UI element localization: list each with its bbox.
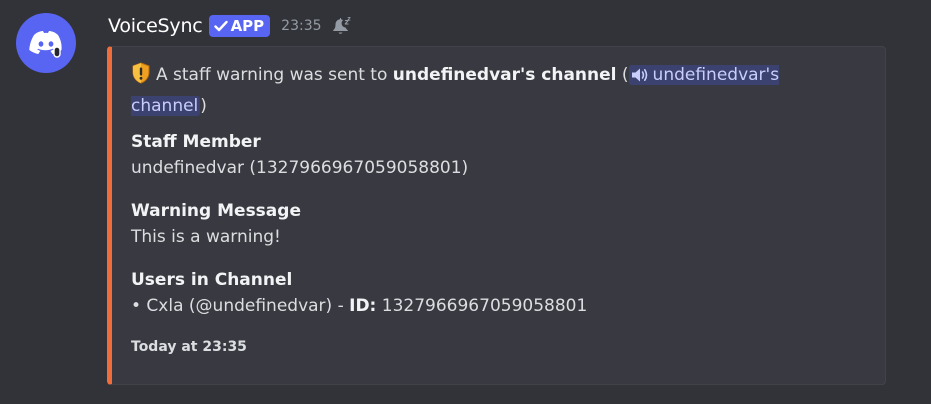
app-badge-label: APP <box>230 17 265 35</box>
description-text: A staff warning was sent to <box>156 65 388 85</box>
warning-shield-icon <box>131 62 151 93</box>
embed-card: A staff warning was sent to undefinedvar… <box>107 46 886 385</box>
message-timestamp[interactable]: 23:35 <box>281 18 321 34</box>
field-users-in-channel: Users in Channel • Cxla (@undefinedvar) … <box>131 268 831 320</box>
field-value: This is a warning! <box>131 227 281 247</box>
embed-footer-timestamp: Today at 23:35 <box>131 339 247 355</box>
username[interactable]: VoiceSync <box>108 15 203 37</box>
embed-description: A staff warning was sent to undefinedvar… <box>131 62 791 120</box>
checkmark-icon <box>213 20 228 32</box>
id-label: ID: <box>349 296 377 316</box>
field-name: Users in Channel <box>131 270 293 290</box>
field-value: undefinedvar (1327966967059058801) <box>131 158 469 178</box>
user-id: 1327966967059058801 <box>381 296 588 316</box>
field-name: Warning Message <box>131 201 301 221</box>
field-value: • Cxla (@undefinedvar) - ID: 13279669670… <box>131 292 831 320</box>
field-staff-member: Staff Member undefinedvar (1327966967059… <box>131 130 831 182</box>
speaker-icon <box>631 65 649 92</box>
paren-close: ) <box>200 96 207 116</box>
svg-text:z: z <box>347 16 351 23</box>
bot-avatar[interactable] <box>16 13 76 73</box>
discord-logo-icon <box>29 31 62 58</box>
paren-open: ( <box>621 65 629 85</box>
app-badge: APP <box>208 15 271 37</box>
user-entry: • Cxla (@undefinedvar) - <box>131 296 350 316</box>
description-channel-name: undefinedvar's channel <box>392 65 617 85</box>
field-name: Staff Member <box>131 132 261 152</box>
silent-bell-icon: z z <box>330 15 352 37</box>
field-warning-message: Warning Message This is a warning! <box>131 199 831 251</box>
message-header: VoiceSync APP 23:35 z z <box>108 13 352 39</box>
